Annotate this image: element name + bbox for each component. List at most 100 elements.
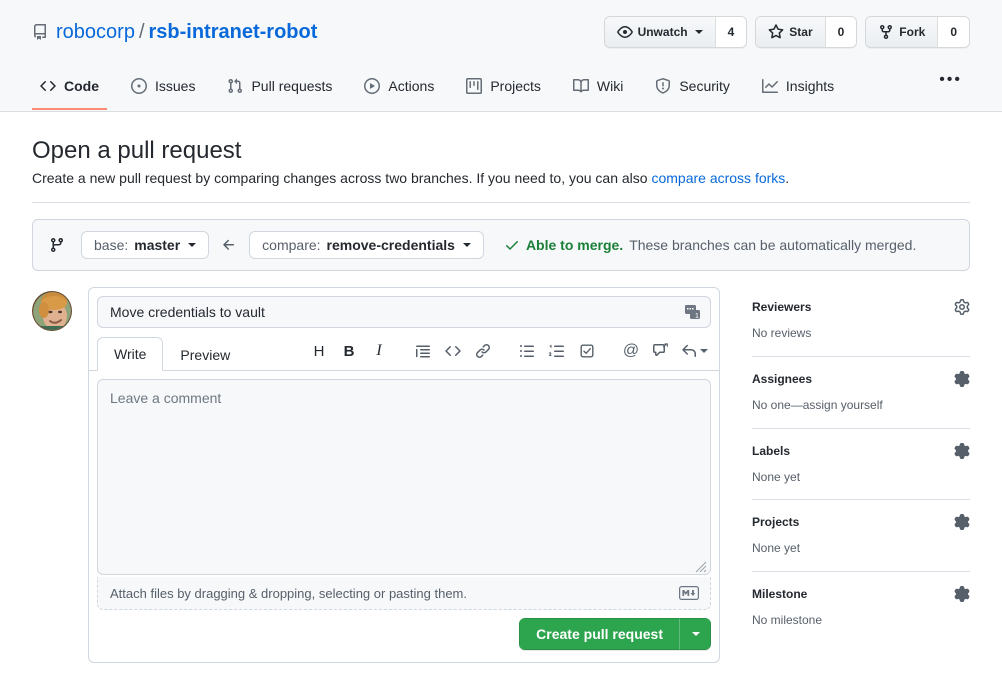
main-content: Open a pull request Create a new pull re… bbox=[0, 112, 1002, 663]
attach-files-text: Attach files by dragging & dropping, sel… bbox=[110, 585, 467, 601]
ordered-list-icon[interactable] bbox=[543, 338, 571, 364]
arrow-left-icon bbox=[221, 237, 237, 253]
tab-issues-label: Issues bbox=[155, 78, 196, 94]
tab-projects-label: Projects bbox=[490, 78, 541, 94]
unwatch-button[interactable]: Unwatch bbox=[604, 17, 715, 47]
check-icon bbox=[504, 237, 520, 253]
heading-icon[interactable]: H bbox=[305, 338, 333, 364]
gear-icon[interactable] bbox=[954, 586, 970, 603]
nav-overflow-button[interactable]: ••• bbox=[931, 64, 970, 110]
tab-insights-label: Insights bbox=[785, 78, 835, 94]
code-icon bbox=[40, 78, 56, 94]
issue-opened-icon bbox=[131, 78, 147, 94]
link-icon[interactable] bbox=[469, 338, 497, 364]
sidebar-milestone-header: Milestone bbox=[752, 586, 970, 603]
git-pull-request-icon bbox=[227, 78, 243, 94]
create-pull-request-group[interactable]: Create pull request bbox=[519, 618, 711, 650]
markdown-toolbar: H B I @ bbox=[305, 338, 711, 370]
user-avatar[interactable] bbox=[32, 291, 72, 331]
page-subtitle-tail: . bbox=[785, 170, 790, 186]
bold-icon[interactable]: B bbox=[335, 338, 363, 364]
quote-icon[interactable] bbox=[409, 338, 437, 364]
tab-write[interactable]: Write bbox=[97, 337, 164, 371]
gear-icon[interactable] bbox=[954, 370, 970, 387]
chevron-down-icon bbox=[462, 243, 471, 247]
sidebar-projects-header: Projects bbox=[752, 514, 970, 531]
sidebar-section-labels: Labels None yet bbox=[752, 427, 970, 500]
create-pull-request-button[interactable]: Create pull request bbox=[519, 618, 679, 650]
compare-branch-select[interactable]: compare: remove-credentials bbox=[249, 231, 484, 259]
pr-sidebar: Reviewers No reviews Assignees No one—as… bbox=[752, 287, 970, 643]
gear-icon[interactable] bbox=[954, 514, 970, 531]
repo-name-link[interactable]: rsb-intranet-robot bbox=[149, 21, 318, 44]
saved-replies-icon[interactable] bbox=[647, 338, 675, 364]
sidebar-section-projects: Projects None yet bbox=[752, 499, 970, 571]
submit-row: Create pull request bbox=[89, 618, 719, 662]
star-icon bbox=[768, 24, 784, 39]
task-list-icon[interactable] bbox=[573, 338, 601, 364]
tab-issues[interactable]: Issues bbox=[123, 64, 203, 110]
sidebar-milestone-title: Milestone bbox=[752, 587, 808, 602]
sidebar-milestone-body: No milestone bbox=[752, 613, 823, 628]
avatar-column bbox=[32, 287, 72, 331]
italic-icon[interactable]: I bbox=[365, 338, 393, 364]
tab-pull-requests[interactable]: Pull requests bbox=[219, 64, 340, 110]
compare-branch-prefix: compare: bbox=[262, 237, 321, 253]
base-branch-name: master bbox=[134, 237, 181, 253]
editor-header: Write Preview H B I @ bbox=[89, 328, 719, 371]
tab-projects[interactable]: Projects bbox=[458, 64, 549, 110]
toolbar-group-block bbox=[409, 338, 497, 364]
pr-form-layout: 1 Write Preview H B I bbox=[32, 287, 970, 663]
code-icon[interactable] bbox=[439, 338, 467, 364]
star-button[interactable]: Star bbox=[756, 17, 825, 47]
attach-files-bar[interactable]: Attach files by dragging & dropping, sel… bbox=[97, 577, 711, 610]
tab-actions-label: Actions bbox=[388, 78, 435, 94]
tab-pull-requests-label: Pull requests bbox=[251, 78, 333, 94]
sidebar-reviewers-title: Reviewers bbox=[752, 300, 812, 314]
reference-reply-icon[interactable] bbox=[677, 338, 711, 364]
tab-wiki[interactable]: Wiki bbox=[565, 64, 631, 110]
sidebar-reviewers-body: No reviews bbox=[752, 326, 812, 340]
saved-replies-badge-icon[interactable]: 1 bbox=[684, 304, 702, 320]
fork-count: 0 bbox=[937, 17, 969, 47]
create-pull-request-dropdown[interactable] bbox=[679, 618, 711, 650]
toolbar-group-lists bbox=[513, 338, 601, 364]
tab-security[interactable]: Security bbox=[647, 64, 738, 110]
sidebar-projects-title: Projects bbox=[752, 515, 800, 530]
pr-title-field-wrap: 1 bbox=[89, 288, 719, 328]
eye-icon bbox=[616, 26, 633, 38]
comment-textarea-wrap bbox=[89, 371, 719, 578]
toolbar-group-text: H B I bbox=[305, 338, 393, 364]
merge-status: Able to merge. These branches can be aut… bbox=[504, 237, 916, 253]
mention-icon[interactable]: @ bbox=[617, 338, 645, 364]
watch-button-group[interactable]: Unwatch 4 bbox=[603, 16, 748, 48]
unordered-list-icon[interactable] bbox=[513, 338, 541, 364]
star-label: Star bbox=[789, 25, 813, 39]
gear-icon[interactable] bbox=[954, 442, 970, 459]
tab-insights[interactable]: Insights bbox=[754, 64, 842, 110]
star-button-group[interactable]: Star 0 bbox=[755, 16, 858, 48]
fork-icon bbox=[880, 25, 893, 40]
markdown-icon[interactable] bbox=[678, 586, 700, 601]
avatar-photo bbox=[33, 292, 71, 330]
sidebar-labels-body: None yet bbox=[752, 469, 801, 484]
base-branch-select[interactable]: base: master bbox=[81, 231, 210, 259]
tab-preview[interactable]: Preview bbox=[163, 338, 247, 371]
tab-code[interactable]: Code bbox=[32, 64, 107, 110]
repo-nav-tabs: Code Issues Pull requests Actions Projec… bbox=[32, 63, 970, 111]
fork-button-group[interactable]: Fork 0 bbox=[865, 16, 970, 48]
pr-compose-box: 1 Write Preview H B I bbox=[88, 287, 720, 663]
comment-textarea[interactable] bbox=[97, 379, 711, 575]
repo-owner-link[interactable]: robocorp bbox=[56, 21, 135, 44]
merge-status-strong: Able to merge. bbox=[525, 237, 624, 253]
gear-icon[interactable] bbox=[954, 299, 970, 315]
shield-icon bbox=[655, 78, 671, 94]
sidebar-section-assignees: Assignees No one—assign yourself bbox=[752, 355, 970, 428]
pr-title-input[interactable] bbox=[97, 296, 711, 328]
sidebar-projects-body: None yet bbox=[752, 541, 801, 556]
project-icon bbox=[466, 78, 483, 94]
graph-icon bbox=[761, 78, 778, 94]
compare-across-forks-link[interactable]: compare across forks bbox=[651, 170, 785, 186]
tab-actions[interactable]: Actions bbox=[356, 64, 442, 110]
fork-button[interactable]: Fork bbox=[866, 17, 938, 47]
